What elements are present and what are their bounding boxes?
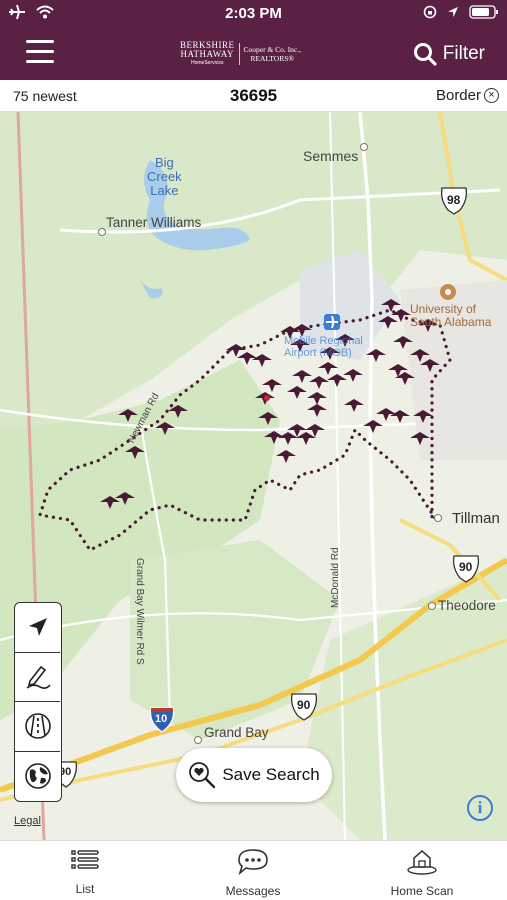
border-toggle[interactable]: Border ×: [436, 87, 499, 104]
place-dot: [360, 143, 368, 151]
map-label-mcdonald-rd: McDonald Rd: [330, 547, 341, 608]
close-icon[interactable]: ×: [484, 88, 499, 103]
big-creek-line3: Lake: [150, 183, 179, 198]
place-dot: [434, 514, 442, 522]
brand-partner2: REALTORS®: [250, 54, 295, 63]
selected-pin-dot: [264, 395, 270, 401]
brand-logo: BERKSHIRE HATHAWAY HomeServices Cooper &…: [180, 38, 330, 70]
map-tool-panel: [14, 602, 62, 802]
tab-list-label: List: [75, 882, 95, 896]
app-header: BERKSHIRE HATHAWAY HomeServices Cooper &…: [0, 30, 507, 80]
location-arrow-icon: [448, 7, 458, 17]
listing-pin[interactable]: [327, 374, 347, 387]
status-bar: 2:03 PM: [0, 0, 507, 30]
listing-pin[interactable]: [296, 432, 316, 445]
bottom-tab-bar: List Messages Home Scan: [0, 840, 507, 900]
place-dot: [428, 602, 436, 610]
tab-home-scan-label: Home Scan: [390, 884, 454, 898]
map-label-semmes: Semmes: [303, 148, 359, 164]
map-view[interactable]: Semmes Big Creek Lake Tanner Williams Un…: [0, 112, 507, 840]
status-right: [423, 5, 499, 19]
shield-label-98: 98: [447, 193, 461, 207]
listing-pin[interactable]: [307, 404, 327, 417]
univ-line1: University of: [410, 302, 477, 316]
search-zip: 36695: [229, 86, 278, 105]
home-scan-icon: [407, 850, 437, 875]
tab-home-scan[interactable]: Home Scan: [362, 847, 482, 898]
listing-pin[interactable]: [262, 379, 282, 392]
list-icon: [71, 850, 99, 869]
road-icon: [24, 713, 51, 740]
map-label-theodore: Theodore: [438, 598, 496, 613]
filter-button[interactable]: Filter: [413, 42, 485, 66]
save-search-label: Save Search: [222, 765, 320, 784]
listing-pin[interactable]: [276, 450, 296, 463]
legal-link[interactable]: Legal: [14, 815, 41, 827]
shield-label-90b: 90: [297, 698, 311, 712]
globe-icon: [24, 763, 51, 790]
brand-sub: HomeServices: [191, 59, 224, 66]
university-icon-inner: [445, 289, 451, 295]
brand-line2: HATHAWAY: [180, 48, 234, 59]
rotation-lock-icon: [423, 5, 437, 19]
tab-messages[interactable]: Messages: [193, 847, 313, 898]
big-creek-line2: Creek: [147, 169, 182, 184]
border-label: Border: [435, 87, 481, 104]
map-label-grand-bay: Grand Bay: [204, 725, 269, 740]
messages-icon: [238, 849, 268, 876]
battery-icon: [469, 5, 498, 19]
brand-divider: [238, 43, 240, 65]
map-label-tanner-williams: Tanner Williams: [106, 215, 202, 230]
interstate-10-shield-top: [151, 708, 173, 712]
big-creek-line1: Big: [154, 155, 174, 170]
map-label-big-creek: Big Creek Lake: [147, 156, 182, 198]
shield-label-i10: 10: [155, 713, 168, 725]
map-label-grand-bay-wilmer: Grand Bay Wilmer Rd S: [134, 558, 145, 665]
filter-label: Filter: [442, 43, 485, 64]
pencil-draw-icon: [26, 665, 51, 689]
listing-pin[interactable]: [309, 376, 329, 389]
satellite-button[interactable]: [15, 752, 60, 802]
shield-label-90a: 90: [459, 560, 473, 574]
search-info-bar: 75 newest 36695 Border ×: [0, 80, 507, 112]
menu-icon[interactable]: [26, 40, 54, 66]
map-style-button[interactable]: [15, 702, 60, 752]
draw-button[interactable]: [15, 653, 60, 702]
navigation-arrow-icon: [28, 618, 47, 637]
listing-pin[interactable]: [390, 410, 410, 423]
tab-list[interactable]: List: [25, 847, 145, 896]
save-search-button[interactable]: Save Search: [176, 748, 332, 802]
map-label-tillman: Tillman: [452, 510, 500, 527]
listing-pin[interactable]: [292, 370, 312, 383]
listing-pin[interactable]: [287, 386, 307, 399]
listing-pin[interactable]: [278, 432, 298, 445]
listing-pin[interactable]: [307, 392, 327, 405]
listing-pin[interactable]: [252, 354, 272, 367]
brand-partner1: Cooper & Co. Inc.,: [243, 45, 302, 54]
listing-pin[interactable]: [344, 399, 364, 412]
heart-search-icon: [189, 762, 216, 789]
map-label-university: University of South Alabama: [410, 303, 491, 329]
place-dot: [194, 736, 202, 744]
info-icon[interactable]: i: [467, 795, 493, 821]
univ-line2: South Alabama: [410, 315, 492, 329]
locate-button[interactable]: [15, 603, 60, 653]
place-dot: [98, 228, 106, 236]
map-label-airport: Mobile Regional Airport (MOB): [284, 335, 363, 359]
listing-pin[interactable]: [343, 369, 363, 382]
search-icon: [413, 43, 437, 66]
tab-messages-label: Messages: [225, 884, 281, 898]
